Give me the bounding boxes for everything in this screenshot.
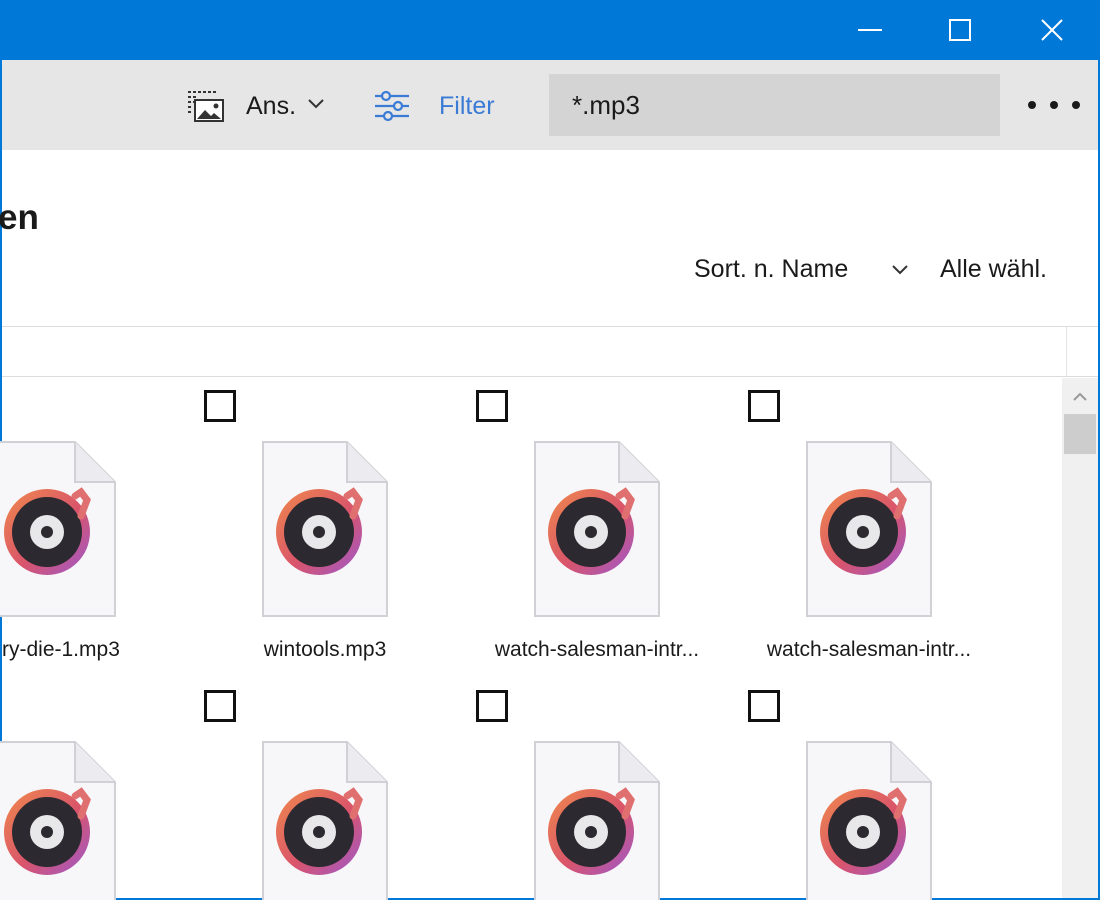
minimize-button[interactable]	[824, 0, 916, 60]
scrollbar-thumb[interactable]	[1064, 414, 1096, 454]
music-file-icon[interactable]	[799, 740, 939, 900]
chevron-down-icon[interactable]	[306, 96, 326, 112]
view-gallery-icon	[188, 91, 224, 122]
file-checkbox[interactable]	[204, 690, 236, 722]
filter-button-icon-wrap[interactable]	[374, 90, 410, 122]
music-file-icon[interactable]	[527, 440, 667, 620]
filter-sliders-icon	[375, 90, 409, 122]
more-dots-icon	[1050, 101, 1058, 109]
file-checkbox[interactable]	[476, 690, 508, 722]
music-file-icon[interactable]	[255, 740, 395, 900]
file-checkbox[interactable]	[748, 690, 780, 722]
file-checkbox[interactable]	[476, 390, 508, 422]
select-all-button[interactable]: Alle wähl.	[940, 254, 1047, 284]
file-name-label[interactable]: watch-salesman-intr...	[739, 637, 999, 663]
music-file-icon[interactable]	[527, 740, 667, 900]
file-name-label[interactable]: watch-salesman-intr...	[467, 637, 727, 663]
close-icon	[1041, 19, 1063, 41]
more-dots-icon	[1028, 101, 1036, 109]
file-name-label[interactable]: wintools.mp3	[195, 637, 455, 663]
view-button-icon-wrap[interactable]	[186, 88, 226, 124]
maximize-icon	[949, 19, 971, 41]
file-name-label[interactable]: ry-die-1.mp3	[2, 637, 120, 663]
music-file-icon[interactable]	[0, 440, 123, 620]
divider	[2, 376, 1098, 377]
chevron-down-icon[interactable]	[890, 262, 910, 278]
music-file-icon[interactable]	[255, 440, 395, 620]
music-file-icon[interactable]	[0, 740, 123, 900]
search-input[interactable]	[549, 74, 1000, 136]
minimize-icon	[858, 29, 882, 31]
chevron-up-icon	[1073, 392, 1087, 401]
scroll-up-button[interactable]	[1062, 382, 1098, 412]
vertical-scrollbar[interactable]	[1062, 378, 1098, 898]
more-dots-icon	[1072, 101, 1080, 109]
close-button[interactable]	[1006, 0, 1098, 60]
divider	[2, 326, 1098, 327]
view-button-label[interactable]: Ans.	[246, 91, 296, 121]
file-checkbox[interactable]	[748, 390, 780, 422]
maximize-button[interactable]	[914, 0, 1006, 60]
music-file-icon[interactable]	[799, 440, 939, 620]
page-title: en	[0, 198, 39, 237]
column-header-separator	[1066, 327, 1067, 376]
filter-button-label[interactable]: Filter	[439, 91, 495, 121]
sort-dropdown[interactable]: Sort. n. Name	[694, 254, 848, 284]
more-options-button[interactable]	[1028, 92, 1080, 118]
file-checkbox[interactable]	[204, 390, 236, 422]
